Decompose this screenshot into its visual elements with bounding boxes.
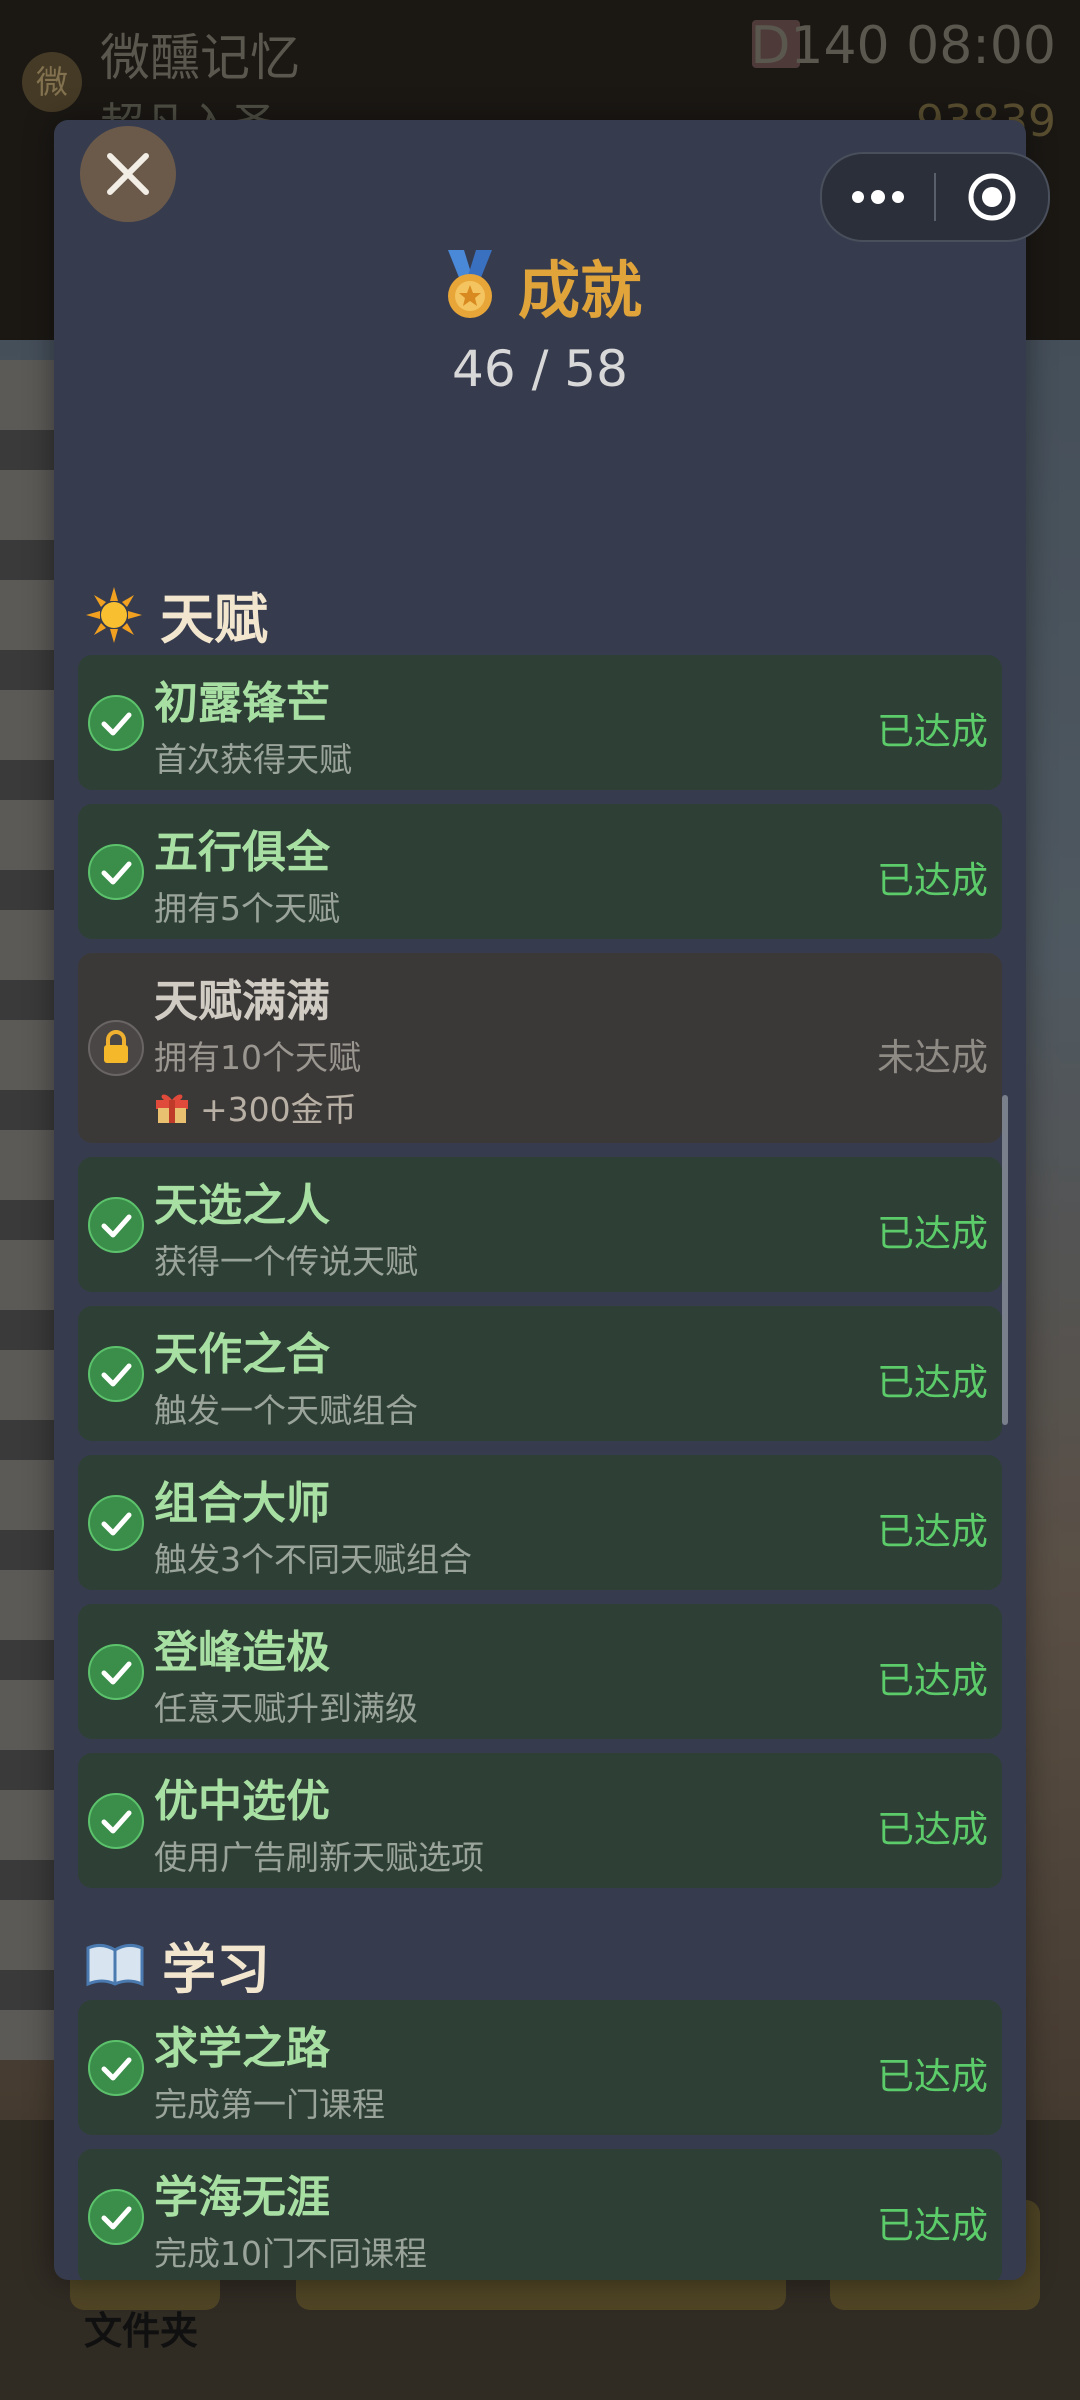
achievement-name: 优中选优 <box>154 1776 330 1827</box>
check-icon <box>88 844 144 900</box>
achievement-card[interactable]: 求学之路 完成第一门课程 已达成 <box>78 2000 1002 2135</box>
scrollbar[interactable] <box>1002 1095 1008 1425</box>
achievement-desc: 拥有5个天赋 <box>154 889 340 928</box>
achievement-card[interactable]: 登峰造极 任意天赋升到满级 已达成 <box>78 1604 1002 1739</box>
exit-miniprogram-button[interactable] <box>936 154 1048 240</box>
check-icon <box>88 1197 144 1253</box>
dialog-header: 成就 46 / 58 <box>54 240 1026 398</box>
achievement-name: 登峰造极 <box>154 1627 330 1678</box>
gift-icon <box>156 1094 188 1123</box>
achievement-card[interactable]: 优中选优 使用广告刷新天赋选项 已达成 <box>78 1753 1002 1888</box>
achievement-desc: 拥有10个天赋 <box>154 1038 361 1077</box>
achievement-desc: 获得一个传说天赋 <box>154 1242 418 1281</box>
check-icon <box>88 1793 144 1849</box>
achievement-status: 已达成 <box>877 2204 988 2247</box>
check-icon <box>88 2040 144 2096</box>
section-study: 学习 <box>86 1925 270 2004</box>
section-talent: 天赋 <box>86 575 268 654</box>
achievement-status: 已达成 <box>877 1212 988 1255</box>
achievement-name: 天选之人 <box>154 1180 330 1231</box>
achievement-desc: 完成10门不同课程 <box>154 2234 427 2273</box>
achievement-name: 初露锋芒 <box>154 678 330 729</box>
achievement-status: 已达成 <box>877 859 988 902</box>
book-icon <box>86 1943 144 1986</box>
achievement-desc: 触发3个不同天赋组合 <box>154 1540 472 1579</box>
check-icon <box>88 1644 144 1700</box>
lock-icon <box>88 1020 144 1076</box>
achievement-name: 组合大师 <box>154 1478 330 1529</box>
achievement-card-locked[interactable]: 天赋满满 拥有10个天赋 +300金币 未达成 <box>78 953 1002 1143</box>
achievement-desc: 使用广告刷新天赋选项 <box>154 1838 484 1877</box>
achievement-card[interactable]: 天选之人 获得一个传说天赋 已达成 <box>78 1157 1002 1292</box>
achievement-desc: 触发一个天赋组合 <box>154 1391 418 1430</box>
achievement-status: 已达成 <box>877 1361 988 1404</box>
achievement-desc: 首次获得天赋 <box>154 740 352 779</box>
achievement-status: 已达成 <box>877 1808 988 1851</box>
check-icon <box>88 1346 144 1402</box>
close-button[interactable] <box>80 126 176 222</box>
achievement-card[interactable]: 学海无涯 完成10门不同课程 已达成 <box>78 2149 1002 2280</box>
achievement-list[interactable]: 天赋 初露锋芒 首次获得天赋 已达成 五行俱全 拥有5个天赋 已达成 天赋满满 … <box>54 390 1026 2280</box>
achievement-status: 已达成 <box>877 710 988 753</box>
section-label: 天赋 <box>160 588 268 651</box>
achievement-card[interactable]: 五行俱全 拥有5个天赋 已达成 <box>78 804 1002 939</box>
achievement-desc: 完成第一门课程 <box>154 2085 385 2124</box>
section-label: 学习 <box>162 1938 270 2001</box>
check-icon <box>88 1495 144 1551</box>
miniprogram-capsule <box>820 152 1050 242</box>
target-icon <box>968 173 1016 221</box>
achievement-name: 天赋满满 <box>154 976 330 1027</box>
achievement-reward: +300金币 <box>154 1083 357 1131</box>
achievement-status: 已达成 <box>877 2055 988 2098</box>
achievement-desc: 任意天赋升到满级 <box>154 1689 418 1728</box>
check-icon <box>88 2189 144 2245</box>
more-dots-icon <box>852 190 904 204</box>
achievement-status: 未达成 <box>877 1036 988 1079</box>
achievement-card[interactable]: 组合大师 触发3个不同天赋组合 已达成 <box>78 1455 1002 1590</box>
achievement-card[interactable]: 天作之合 触发一个天赋组合 已达成 <box>78 1306 1002 1441</box>
check-icon <box>88 695 144 751</box>
close-icon <box>107 153 149 195</box>
achievement-status: 已达成 <box>877 1659 988 1702</box>
dialog-title: 成就 <box>517 254 642 327</box>
achievement-name: 学海无涯 <box>154 2172 330 2223</box>
achievement-name: 五行俱全 <box>154 827 330 878</box>
medal-icon <box>447 250 492 318</box>
reward-text: +300金币 <box>200 1090 357 1129</box>
more-options-button[interactable] <box>822 154 934 240</box>
achievements-dialog: 成就 46 / 58 天赋 初露锋芒 首次获得天赋 已达成 五行俱全 拥有5个天… <box>54 120 1026 2280</box>
achievement-name: 求学之路 <box>154 2023 330 2074</box>
achievement-status: 已达成 <box>877 1510 988 1553</box>
achievement-card[interactable]: 初露锋芒 首次获得天赋 已达成 <box>78 655 1002 790</box>
achievement-name: 天作之合 <box>154 1329 330 1380</box>
sun-icon <box>86 586 142 643</box>
